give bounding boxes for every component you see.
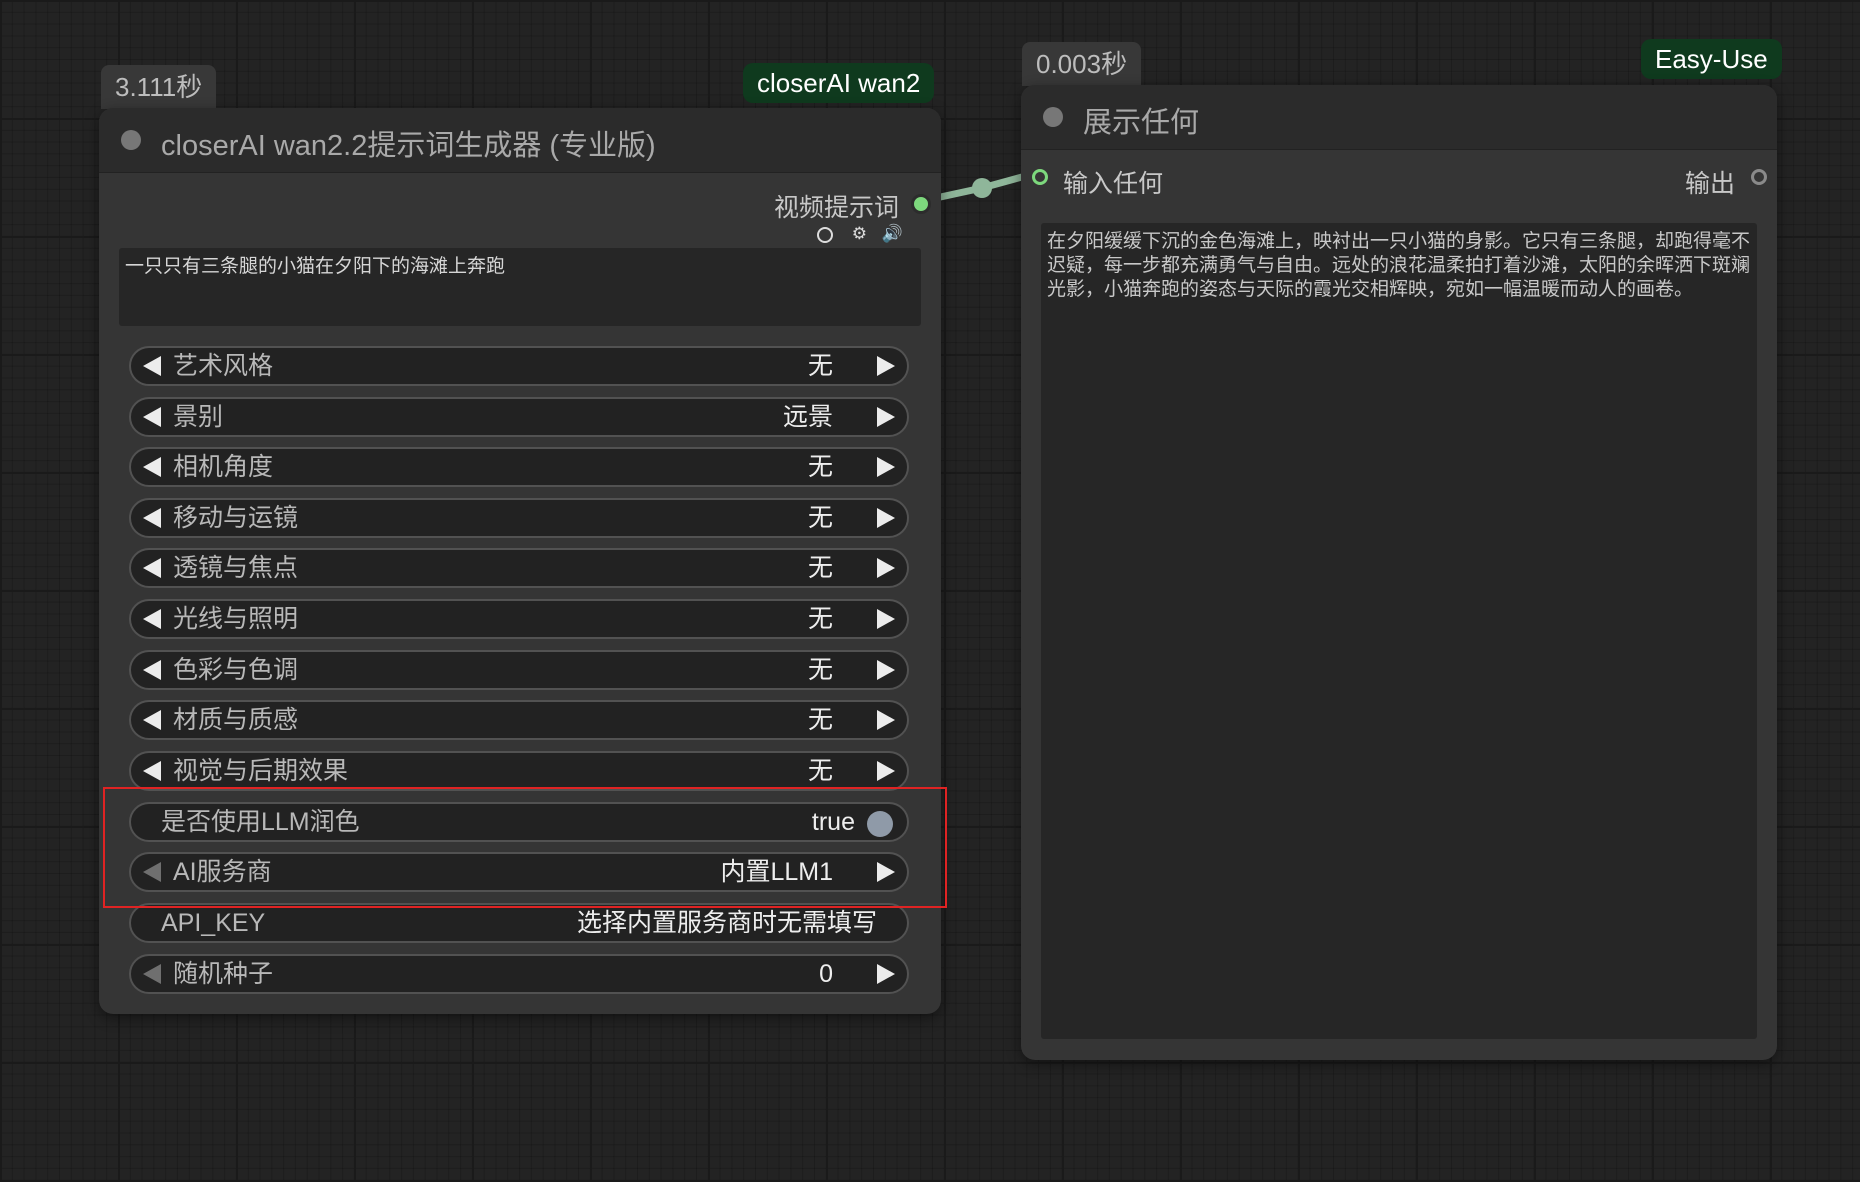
- increment-arrow-icon[interactable]: [877, 964, 895, 984]
- widget-value: 远景: [782, 403, 833, 431]
- widget-material-texture[interactable]: 材质与质感 无: [129, 700, 909, 740]
- timing-badge: 3.111秒: [101, 65, 217, 109]
- node-source-tag: closerAI wan2: [743, 63, 935, 103]
- widget-value: 无: [807, 656, 833, 684]
- increment-arrow-icon[interactable]: [877, 761, 895, 781]
- decrement-arrow-icon[interactable]: [143, 710, 161, 730]
- widget-shot-size[interactable]: 景别 远景: [129, 397, 909, 437]
- node-source-tag: Easy-Use: [1641, 39, 1782, 79]
- widget-label: 艺术风格: [173, 352, 274, 380]
- widget-label: 随机种子: [173, 960, 274, 988]
- decrement-arrow-icon[interactable]: [143, 508, 161, 528]
- decrement-arrow-icon[interactable]: [143, 964, 161, 984]
- widget-label: 相机角度: [173, 453, 274, 481]
- widget-camera-angle[interactable]: 相机角度 无: [129, 447, 909, 487]
- decrement-arrow-icon[interactable]: [143, 761, 161, 781]
- widget-value: 无: [807, 605, 833, 633]
- widget-camera-movement[interactable]: 移动与运镜 无: [129, 498, 909, 538]
- prompt-input[interactable]: 一只只有三条腿的小猫在夕阳下的海滩上奔跑: [119, 248, 921, 326]
- collapse-dot[interactable]: [121, 130, 141, 150]
- decrement-arrow-icon[interactable]: [143, 457, 161, 477]
- highlight-box: [103, 787, 947, 908]
- speaker-icon[interactable]: 🔊: [882, 224, 903, 243]
- widget-visual-post-effects[interactable]: 视觉与后期效果 无: [129, 751, 909, 791]
- increment-arrow-icon[interactable]: [877, 457, 895, 477]
- node-header[interactable]: 展示任何: [1021, 85, 1777, 150]
- increment-arrow-icon[interactable]: [877, 508, 895, 528]
- widget-value: 无: [807, 554, 833, 582]
- widget-value: 无: [807, 453, 833, 481]
- widget-art-style[interactable]: 艺术风格 无: [129, 346, 909, 386]
- output-slot-label: 输出: [1684, 170, 1735, 198]
- widget-api-key[interactable]: API_KEY 选择内置服务商时无需填写: [129, 903, 909, 943]
- widget-label: API_KEY: [161, 909, 266, 937]
- show-anything-node[interactable]: 展示任何 输入任何 输出 在夕阳缓缓下沉的金色海滩上，映衬出一只小猫的身影。它只…: [1021, 85, 1777, 1060]
- circle-icon[interactable]: [817, 226, 833, 243]
- gear-icon[interactable]: ⚙: [852, 224, 867, 243]
- widget-label: 材质与质感: [173, 706, 299, 734]
- widget-lens-focus[interactable]: 透镜与焦点 无: [129, 548, 909, 588]
- widget-value: 0: [819, 960, 833, 988]
- decrement-arrow-icon[interactable]: [143, 558, 161, 578]
- widget-label: 色彩与色调: [173, 656, 299, 684]
- widget-label: 景别: [173, 403, 224, 431]
- timing-badge: 0.003秒: [1022, 42, 1142, 86]
- output-slot-label: 视频提示词: [773, 194, 899, 222]
- input-slot-label: 输入任何: [1063, 170, 1164, 198]
- decrement-arrow-icon[interactable]: [143, 660, 161, 680]
- widget-lighting[interactable]: 光线与照明 无: [129, 599, 909, 639]
- increment-arrow-icon[interactable]: [877, 407, 895, 427]
- decrement-arrow-icon[interactable]: [143, 356, 161, 376]
- mini-icon-row: ⚙ 🔊: [817, 224, 903, 244]
- output-slot[interactable]: [911, 194, 931, 214]
- widget-value: 无: [807, 352, 833, 380]
- display-text-area[interactable]: 在夕阳缓缓下沉的金色海滩上，映衬出一只小猫的身影。它只有三条腿，却跑得毫不迟疑，…: [1041, 223, 1757, 1039]
- node-title: 展示任何: [1083, 107, 1200, 139]
- increment-arrow-icon[interactable]: [877, 609, 895, 629]
- decrement-arrow-icon[interactable]: [143, 609, 161, 629]
- decrement-arrow-icon[interactable]: [143, 407, 161, 427]
- widget-color-tone[interactable]: 色彩与色调 无: [129, 650, 909, 690]
- node-header[interactable]: closerAI wan2.2提示词生成器 (专业版): [99, 108, 941, 173]
- widget-label: 移动与运镜: [173, 504, 299, 532]
- increment-arrow-icon[interactable]: [877, 558, 895, 578]
- collapse-dot[interactable]: [1043, 107, 1063, 127]
- widget-value: 无: [807, 706, 833, 734]
- widget-random-seed[interactable]: 随机种子 0: [129, 954, 909, 994]
- widget-label: 透镜与焦点: [173, 554, 299, 582]
- increment-arrow-icon[interactable]: [877, 660, 895, 680]
- widget-value: 无: [807, 504, 833, 532]
- widget-value: 无: [807, 757, 833, 785]
- widget-label: 视觉与后期效果: [173, 757, 349, 785]
- widget-value: 选择内置服务商时无需填写: [576, 909, 877, 937]
- widget-label: 光线与照明: [173, 605, 299, 633]
- increment-arrow-icon[interactable]: [877, 356, 895, 376]
- increment-arrow-icon[interactable]: [877, 710, 895, 730]
- node-title: closerAI wan2.2提示词生成器 (专业版): [161, 130, 656, 162]
- output-slot[interactable]: [1751, 169, 1767, 185]
- input-slot[interactable]: [1032, 169, 1048, 185]
